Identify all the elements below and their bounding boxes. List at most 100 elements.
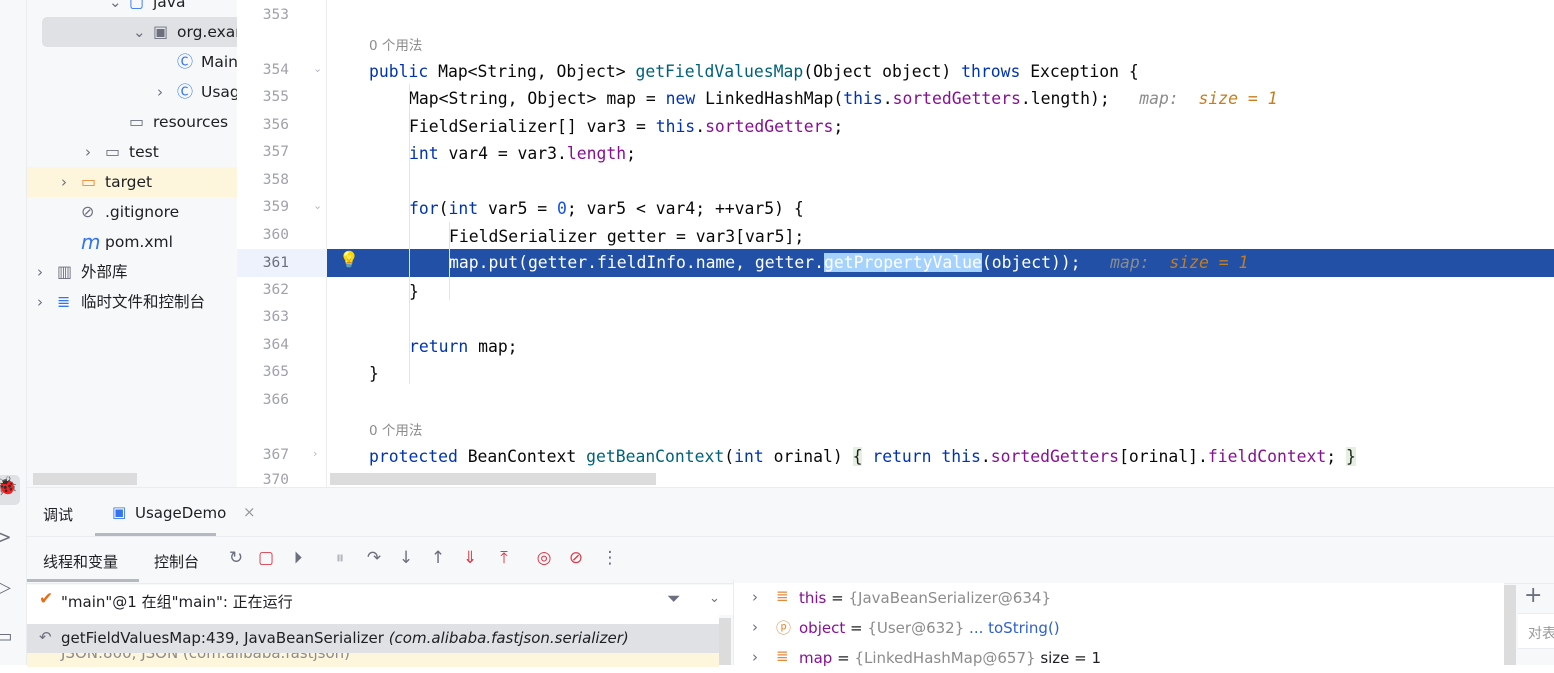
code-token: map: bbox=[1109, 89, 1199, 108]
tree-scrollbar[interactable] bbox=[33, 473, 137, 485]
tree-item[interactable]: › ▥ 外部库 bbox=[27, 257, 237, 287]
code-token: for bbox=[409, 199, 439, 218]
code-token: } bbox=[1346, 447, 1356, 466]
code-line: } bbox=[409, 278, 419, 305]
variable-extra[interactable]: ... toString() bbox=[969, 619, 1060, 637]
scratches-icon: ≣ bbox=[57, 292, 71, 311]
chevron-down-icon[interactable]: ⌄ bbox=[709, 591, 720, 606]
resources-folder-icon: ▭ bbox=[129, 112, 145, 131]
pause-icon[interactable]: ⏸ bbox=[329, 548, 351, 568]
add-watch-icon[interactable]: + bbox=[1524, 583, 1542, 608]
variable-row[interactable]: › ≣ map = {LinkedHashMap@657} size = 1 bbox=[734, 643, 1504, 673]
tree-item-label: Main bbox=[201, 53, 237, 71]
code-token: size = 1 bbox=[1198, 89, 1278, 108]
code-token: ( bbox=[724, 447, 735, 466]
services-icon[interactable]: ⊳ bbox=[0, 526, 16, 550]
app-window-icon: ▣ bbox=[112, 503, 127, 521]
debug-tool-icon[interactable]: 🐞 bbox=[0, 475, 20, 505]
tree-item[interactable]: ⌄ ▣ org.exam bbox=[42, 17, 237, 47]
fold-icon[interactable]: ⌄ bbox=[313, 199, 322, 212]
code-token: { bbox=[852, 447, 863, 466]
tree-item[interactable]: ⌄ ▢ java bbox=[27, 0, 237, 17]
close-tab-icon[interactable]: × bbox=[243, 503, 256, 521]
usages-hint[interactable]: 0 个用法 bbox=[369, 419, 422, 439]
class-icon: Ⓒ bbox=[177, 52, 194, 71]
tree-item[interactable]: Ⓒ Main bbox=[27, 47, 237, 77]
variable-row[interactable]: › ≣ this = {JavaBeanSerializer@634} bbox=[734, 583, 1504, 613]
chevron-down-icon[interactable]: ⌄ bbox=[109, 0, 122, 17]
chevron-right-icon[interactable]: › bbox=[85, 137, 91, 167]
line-number: 353 bbox=[262, 7, 289, 23]
line-number: 360 bbox=[262, 227, 289, 243]
variables-scrollbar[interactable] bbox=[1504, 585, 1516, 665]
code-token: . bbox=[882, 89, 893, 108]
tree-item[interactable]: › ▭ target bbox=[27, 167, 237, 197]
tree-item-label: Usag bbox=[201, 83, 237, 101]
tab-threads-variables[interactable]: 线程和变量 bbox=[43, 551, 118, 572]
session-tab[interactable]: UsageDemo bbox=[135, 504, 226, 522]
tree-item[interactable]: › ▭ test bbox=[27, 137, 237, 167]
line-number: 357 bbox=[262, 144, 289, 160]
tab-console[interactable]: 控制台 bbox=[154, 551, 199, 572]
expand-fold-icon[interactable]: › bbox=[313, 447, 317, 460]
fold-icon[interactable]: ⌄ bbox=[313, 62, 322, 75]
chevron-right-icon[interactable]: › bbox=[37, 257, 43, 287]
code-line: return map; bbox=[409, 333, 518, 360]
usages-hint[interactable]: 0 个用法 bbox=[369, 34, 422, 54]
code-line: Map<String, Object> map = new LinkedHash… bbox=[409, 85, 1277, 112]
step-into-icon[interactable]: ↓ bbox=[395, 548, 417, 568]
code-token: . bbox=[980, 447, 991, 466]
resume-icon[interactable]: ⏵ bbox=[287, 548, 309, 568]
tree-item[interactable]: › Ⓒ Usag bbox=[27, 77, 237, 107]
variable-name: object bbox=[799, 619, 846, 637]
line-number: 365 bbox=[262, 364, 289, 380]
chevron-right-icon[interactable]: › bbox=[752, 588, 758, 606]
code-token: ; bbox=[1326, 447, 1347, 466]
step-over-icon[interactable]: ↷ bbox=[363, 548, 385, 568]
tree-item[interactable]: › ≣ 临时文件和控制台 bbox=[27, 287, 237, 317]
chevron-right-icon[interactable]: › bbox=[752, 618, 758, 636]
variable-row[interactable]: › ⓟ object = {User@632} ... toString() bbox=[734, 613, 1504, 643]
code-token: protected bbox=[369, 447, 468, 466]
code-line: FieldSerializer getter = var3[var5]; bbox=[449, 223, 804, 250]
run-icon[interactable]: ▷ bbox=[0, 576, 16, 600]
frame-row-selected[interactable]: ↶ getFieldValuesMap:439, JavaBeanSeriali… bbox=[27, 624, 719, 653]
tree-item[interactable]: ⊘ .gitignore bbox=[27, 197, 237, 227]
code-token: int bbox=[448, 199, 488, 218]
frames-scrollbar[interactable] bbox=[719, 618, 731, 665]
thread-label: "main"@1 在组"main": 正在运行 bbox=[61, 593, 293, 611]
chevron-down-icon[interactable]: ⌄ bbox=[133, 17, 146, 47]
tree-item[interactable]: ▭ resources bbox=[27, 107, 237, 137]
rerun-icon[interactable]: ↻ bbox=[225, 548, 247, 568]
stop-icon[interactable]: ▢ bbox=[255, 548, 277, 568]
view-breakpoints-icon[interactable]: ◎ bbox=[533, 548, 555, 568]
chevron-right-icon[interactable]: › bbox=[37, 287, 43, 317]
terminal-icon[interactable]: ▭ bbox=[0, 625, 16, 649]
code-token: new bbox=[665, 89, 706, 108]
watch-placeholder: 对表 bbox=[1528, 626, 1554, 642]
line-number: 358 bbox=[262, 172, 289, 188]
drop-frame-icon[interactable]: ⤒ bbox=[493, 548, 515, 568]
watch-input[interactable]: 对表 bbox=[1518, 613, 1554, 649]
filter-icon[interactable]: ⏷ bbox=[667, 589, 681, 609]
chevron-right-icon[interactable]: › bbox=[752, 648, 758, 666]
code-token: int bbox=[734, 447, 774, 466]
editor-hscrollbar[interactable] bbox=[330, 473, 656, 485]
code-line: public Map<String, Object> getFieldValue… bbox=[369, 58, 1139, 85]
line-number: 362 bbox=[262, 282, 289, 298]
chevron-right-icon[interactable]: › bbox=[61, 167, 67, 197]
code-token: getFieldValuesMap bbox=[635, 62, 804, 81]
code-token: 0 bbox=[557, 199, 567, 218]
tree-item[interactable]: m pom.xml bbox=[27, 227, 237, 257]
chevron-right-icon[interactable]: › bbox=[157, 77, 163, 107]
tree-item-label: 外部库 bbox=[81, 263, 128, 281]
code-token: this bbox=[655, 117, 696, 136]
force-step-into-icon[interactable]: ⇓ bbox=[459, 548, 481, 568]
code-editor[interactable]: 0 个用法 public Map<String, Object> getField… bbox=[327, 0, 1529, 487]
step-out-icon[interactable]: ↑ bbox=[427, 548, 449, 568]
thread-selector[interactable]: ✔ "main"@1 在组"main": 正在运行 ⏷ ⌄ bbox=[27, 585, 733, 615]
mute-breakpoints-icon[interactable]: ⊘ bbox=[565, 548, 587, 568]
more-icon[interactable]: ⋮ bbox=[599, 548, 621, 568]
subtab-underline bbox=[27, 579, 139, 582]
